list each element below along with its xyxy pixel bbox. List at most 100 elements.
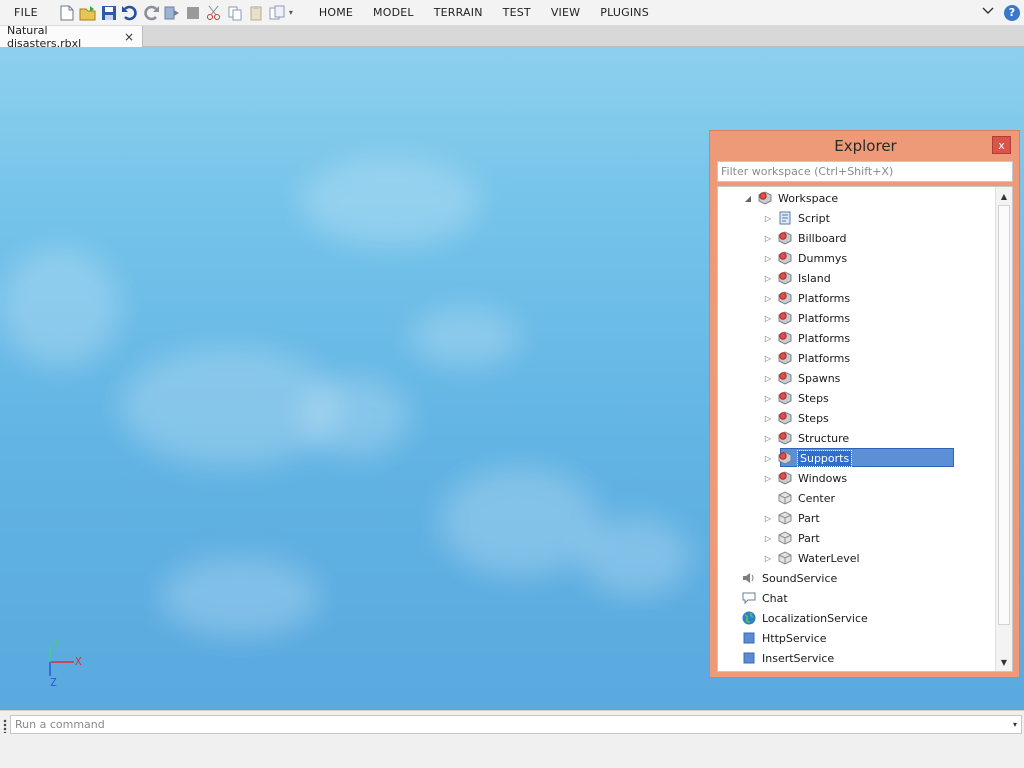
- explorer-window[interactable]: Explorer x Filter workspace (Ctrl+Shift+…: [709, 130, 1020, 678]
- quick-access-dropdown-icon[interactable]: ▾: [289, 8, 299, 17]
- expand-arrow-icon[interactable]: ▷: [762, 374, 774, 383]
- axis-gizmo: Y X Z: [40, 638, 90, 690]
- tree-item-platforms[interactable]: ▷ Platforms: [762, 288, 850, 308]
- tree-item-httpservice[interactable]: HttpService: [738, 628, 827, 648]
- expand-arrow-icon[interactable]: ▷: [762, 474, 774, 483]
- undo-icon[interactable]: [121, 4, 139, 22]
- tree-item-label: Supports: [796, 449, 853, 467]
- axis-x-label: X: [75, 655, 82, 668]
- tree-item-label: Platforms: [798, 351, 851, 365]
- tree-item-chat[interactable]: Chat: [738, 588, 788, 608]
- copy-icon[interactable]: [226, 4, 244, 22]
- tree-item-label: InsertService: [762, 651, 835, 665]
- ribbon-collapse-icon[interactable]: [982, 6, 994, 19]
- tree-item-structure[interactable]: ▷ Structure: [762, 428, 849, 448]
- expand-arrow-icon[interactable]: ▷: [762, 514, 774, 523]
- expand-arrow-icon[interactable]: ▷: [762, 254, 774, 263]
- close-button[interactable]: x: [992, 136, 1011, 154]
- tree-item-platforms[interactable]: ▷ Platforms: [762, 328, 850, 348]
- tree-item-label: Steps: [798, 391, 829, 405]
- tree-item-script[interactable]: ▷ Script: [762, 208, 830, 228]
- model-icon: [777, 370, 793, 386]
- tree-item-steps[interactable]: ▷ Steps: [762, 408, 829, 428]
- expand-arrow-icon[interactable]: ▷: [762, 394, 774, 403]
- part-icon: [777, 530, 793, 546]
- open-folder-icon[interactable]: [79, 4, 97, 22]
- explorer-tree[interactable]: ◢ Workspace ▷ Script ▷ Billboard ▷ Dummys ▷ Islan…: [717, 186, 1013, 672]
- tree-item-label: Part: [798, 511, 820, 525]
- expand-arrow-icon[interactable]: ▷: [762, 274, 774, 283]
- expand-arrow-icon[interactable]: ▷: [762, 294, 774, 303]
- axis-z-label: Z: [50, 676, 57, 689]
- tab-model[interactable]: MODEL: [363, 6, 424, 19]
- help-icon[interactable]: ?: [1004, 4, 1020, 21]
- expand-arrow-icon[interactable]: ▷: [762, 234, 774, 243]
- tree-item-label: Chat: [762, 591, 788, 605]
- scroll-up-icon[interactable]: ▲: [996, 188, 1012, 204]
- paste-icon[interactable]: [247, 4, 265, 22]
- tree-item-soundservice[interactable]: SoundService: [738, 568, 837, 588]
- tree-item-label: Platforms: [798, 291, 851, 305]
- expand-arrow-icon[interactable]: ▷: [762, 434, 774, 443]
- tree-item-island[interactable]: ▷ Island: [762, 268, 831, 288]
- tree-item-part[interactable]: ▷ Part: [762, 528, 820, 548]
- expand-arrow-icon[interactable]: ▷: [762, 354, 774, 363]
- cut-icon[interactable]: [205, 4, 223, 22]
- tree-item-steps[interactable]: ▷ Steps: [762, 388, 829, 408]
- document-tab[interactable]: Natural disasters.rbxl ×: [0, 23, 143, 50]
- cloud: [410, 307, 520, 367]
- expand-arrow-icon[interactable]: ▷: [762, 334, 774, 343]
- duplicate-icon[interactable]: [268, 4, 286, 22]
- expand-arrow-icon[interactable]: ▷: [762, 214, 774, 223]
- tab-view[interactable]: VIEW: [541, 6, 590, 19]
- collapse-arrow-icon[interactable]: ◢: [742, 194, 754, 203]
- expand-arrow-icon[interactable]: ▷: [762, 414, 774, 423]
- tree-item-part[interactable]: ▷ Part: [762, 508, 820, 528]
- tree-item-platforms[interactable]: ▷ Platforms: [762, 348, 850, 368]
- tree-item-platforms[interactable]: ▷ Platforms: [762, 308, 850, 328]
- tree-item-label: LocalizationService: [762, 611, 868, 625]
- expand-arrow-icon[interactable]: ▷: [762, 534, 774, 543]
- tree-item-waterlevel[interactable]: ▷ WaterLevel: [762, 548, 860, 568]
- tree-item-supports[interactable]: ▷ Supports: [762, 448, 853, 468]
- save-icon[interactable]: [100, 4, 118, 22]
- file-menu[interactable]: FILE: [0, 6, 52, 19]
- menu-bar: FILE ▾ HOME MODEL TERRAIN TEST VIEW PLUG…: [0, 0, 1024, 26]
- stop-icon[interactable]: [184, 4, 202, 22]
- command-dropdown-icon[interactable]: ▾: [1013, 716, 1017, 733]
- new-file-icon[interactable]: [58, 4, 76, 22]
- tree-item-center[interactable]: Center: [762, 488, 835, 508]
- filter-input[interactable]: Filter workspace (Ctrl+Shift+X): [717, 161, 1013, 182]
- redo-icon[interactable]: [142, 4, 160, 22]
- tab-home[interactable]: HOME: [309, 6, 363, 19]
- close-tab-icon[interactable]: ×: [124, 30, 134, 44]
- tab-plugins[interactable]: PLUGINS: [590, 6, 659, 19]
- expand-arrow-icon[interactable]: ▷: [762, 454, 774, 463]
- tree-item-spawns[interactable]: ▷ Spawns: [762, 368, 840, 388]
- quick-access-toolbar: ▾: [58, 4, 299, 22]
- tree-item-localizationservice[interactable]: LocalizationService: [738, 608, 868, 628]
- tree-item-windows[interactable]: ▷ Windows: [762, 468, 847, 488]
- tree-item-insertservice[interactable]: InsertService: [738, 648, 834, 668]
- explorer-title: Explorer: [834, 137, 897, 155]
- grip-icon[interactable]: [3, 719, 7, 733]
- vertical-scrollbar[interactable]: ▲ ▼: [995, 187, 1012, 671]
- expand-arrow-icon[interactable]: ▷: [762, 314, 774, 323]
- scroll-thumb[interactable]: [998, 205, 1010, 625]
- model-icon: [757, 190, 773, 206]
- tab-terrain[interactable]: TERRAIN: [424, 6, 493, 19]
- scroll-down-icon[interactable]: ▼: [996, 654, 1012, 670]
- axis-y-label: Y: [53, 638, 60, 651]
- command-input[interactable]: Run a command ▾: [10, 715, 1022, 734]
- tab-test[interactable]: TEST: [493, 6, 541, 19]
- tree-item-dummys[interactable]: ▷ Dummys: [762, 248, 847, 268]
- expand-arrow-icon[interactable]: ▷: [762, 554, 774, 563]
- tree-item-label: Structure: [798, 431, 850, 445]
- part-icon: [777, 510, 793, 526]
- model-icon: [777, 430, 793, 446]
- document-tab-title: Natural disasters.rbxl: [7, 23, 82, 50]
- tree-item-billboard[interactable]: ▷ Billboard: [762, 228, 846, 248]
- tree-item-label: WaterLevel: [798, 551, 860, 565]
- tree-item-workspace[interactable]: ◢ Workspace: [742, 188, 838, 208]
- publish-icon[interactable]: [163, 4, 181, 22]
